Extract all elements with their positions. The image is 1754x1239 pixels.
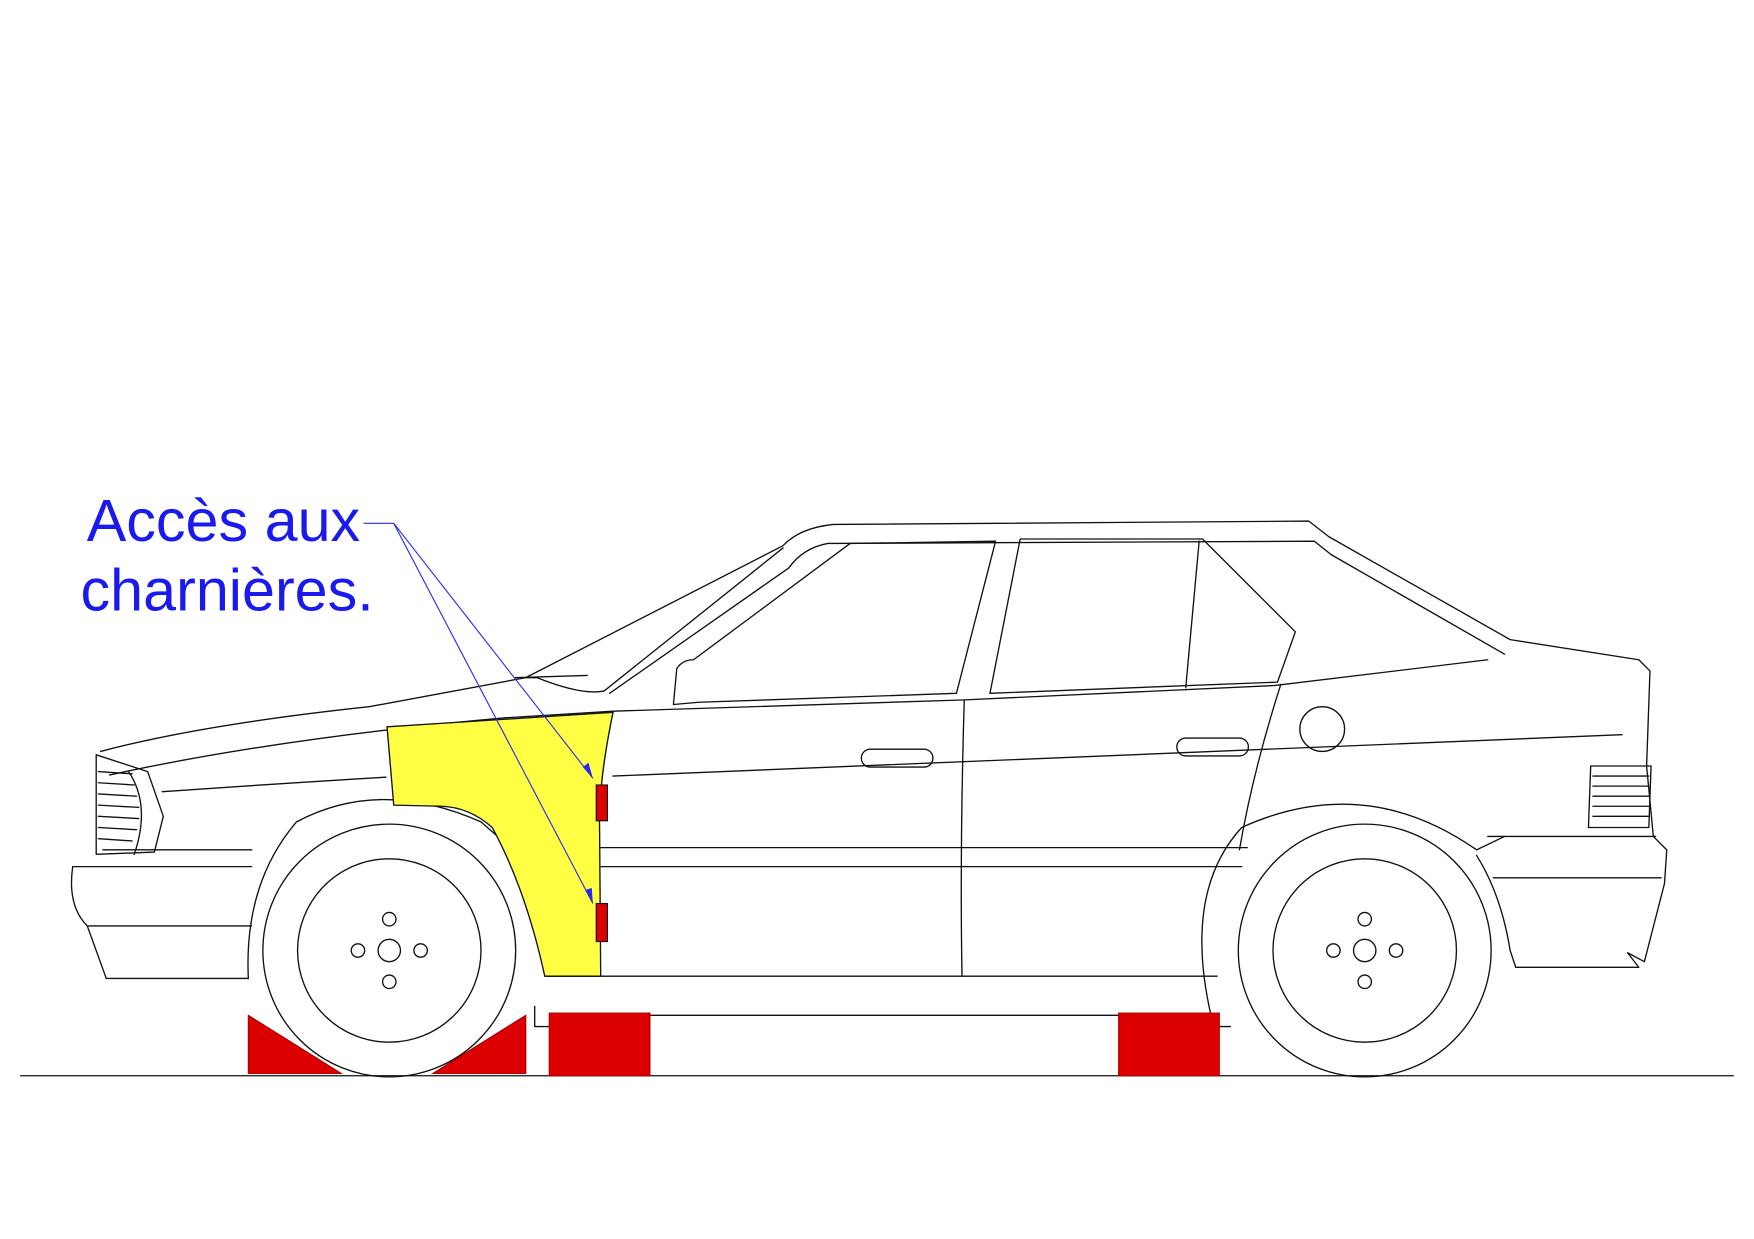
lower-hinge [595, 902, 608, 943]
rear-wheel [1237, 823, 1492, 1078]
front-wheel [262, 823, 517, 1078]
jack-stand-rear [1118, 1012, 1220, 1077]
front-fender-highlight [386, 711, 614, 977]
wheel-chock-rear [430, 1014, 527, 1075]
annotation-line-2: charnières. [81, 557, 374, 624]
jack-stand-front [548, 1012, 651, 1077]
support-blocks [247, 1012, 1220, 1077]
annotation-line-1: Accès aux [87, 487, 360, 554]
car-side-diagram: Accès aux charnières. [20, 487, 1734, 1078]
wheel-chock-front [247, 1014, 344, 1075]
upper-hinge [595, 784, 608, 822]
